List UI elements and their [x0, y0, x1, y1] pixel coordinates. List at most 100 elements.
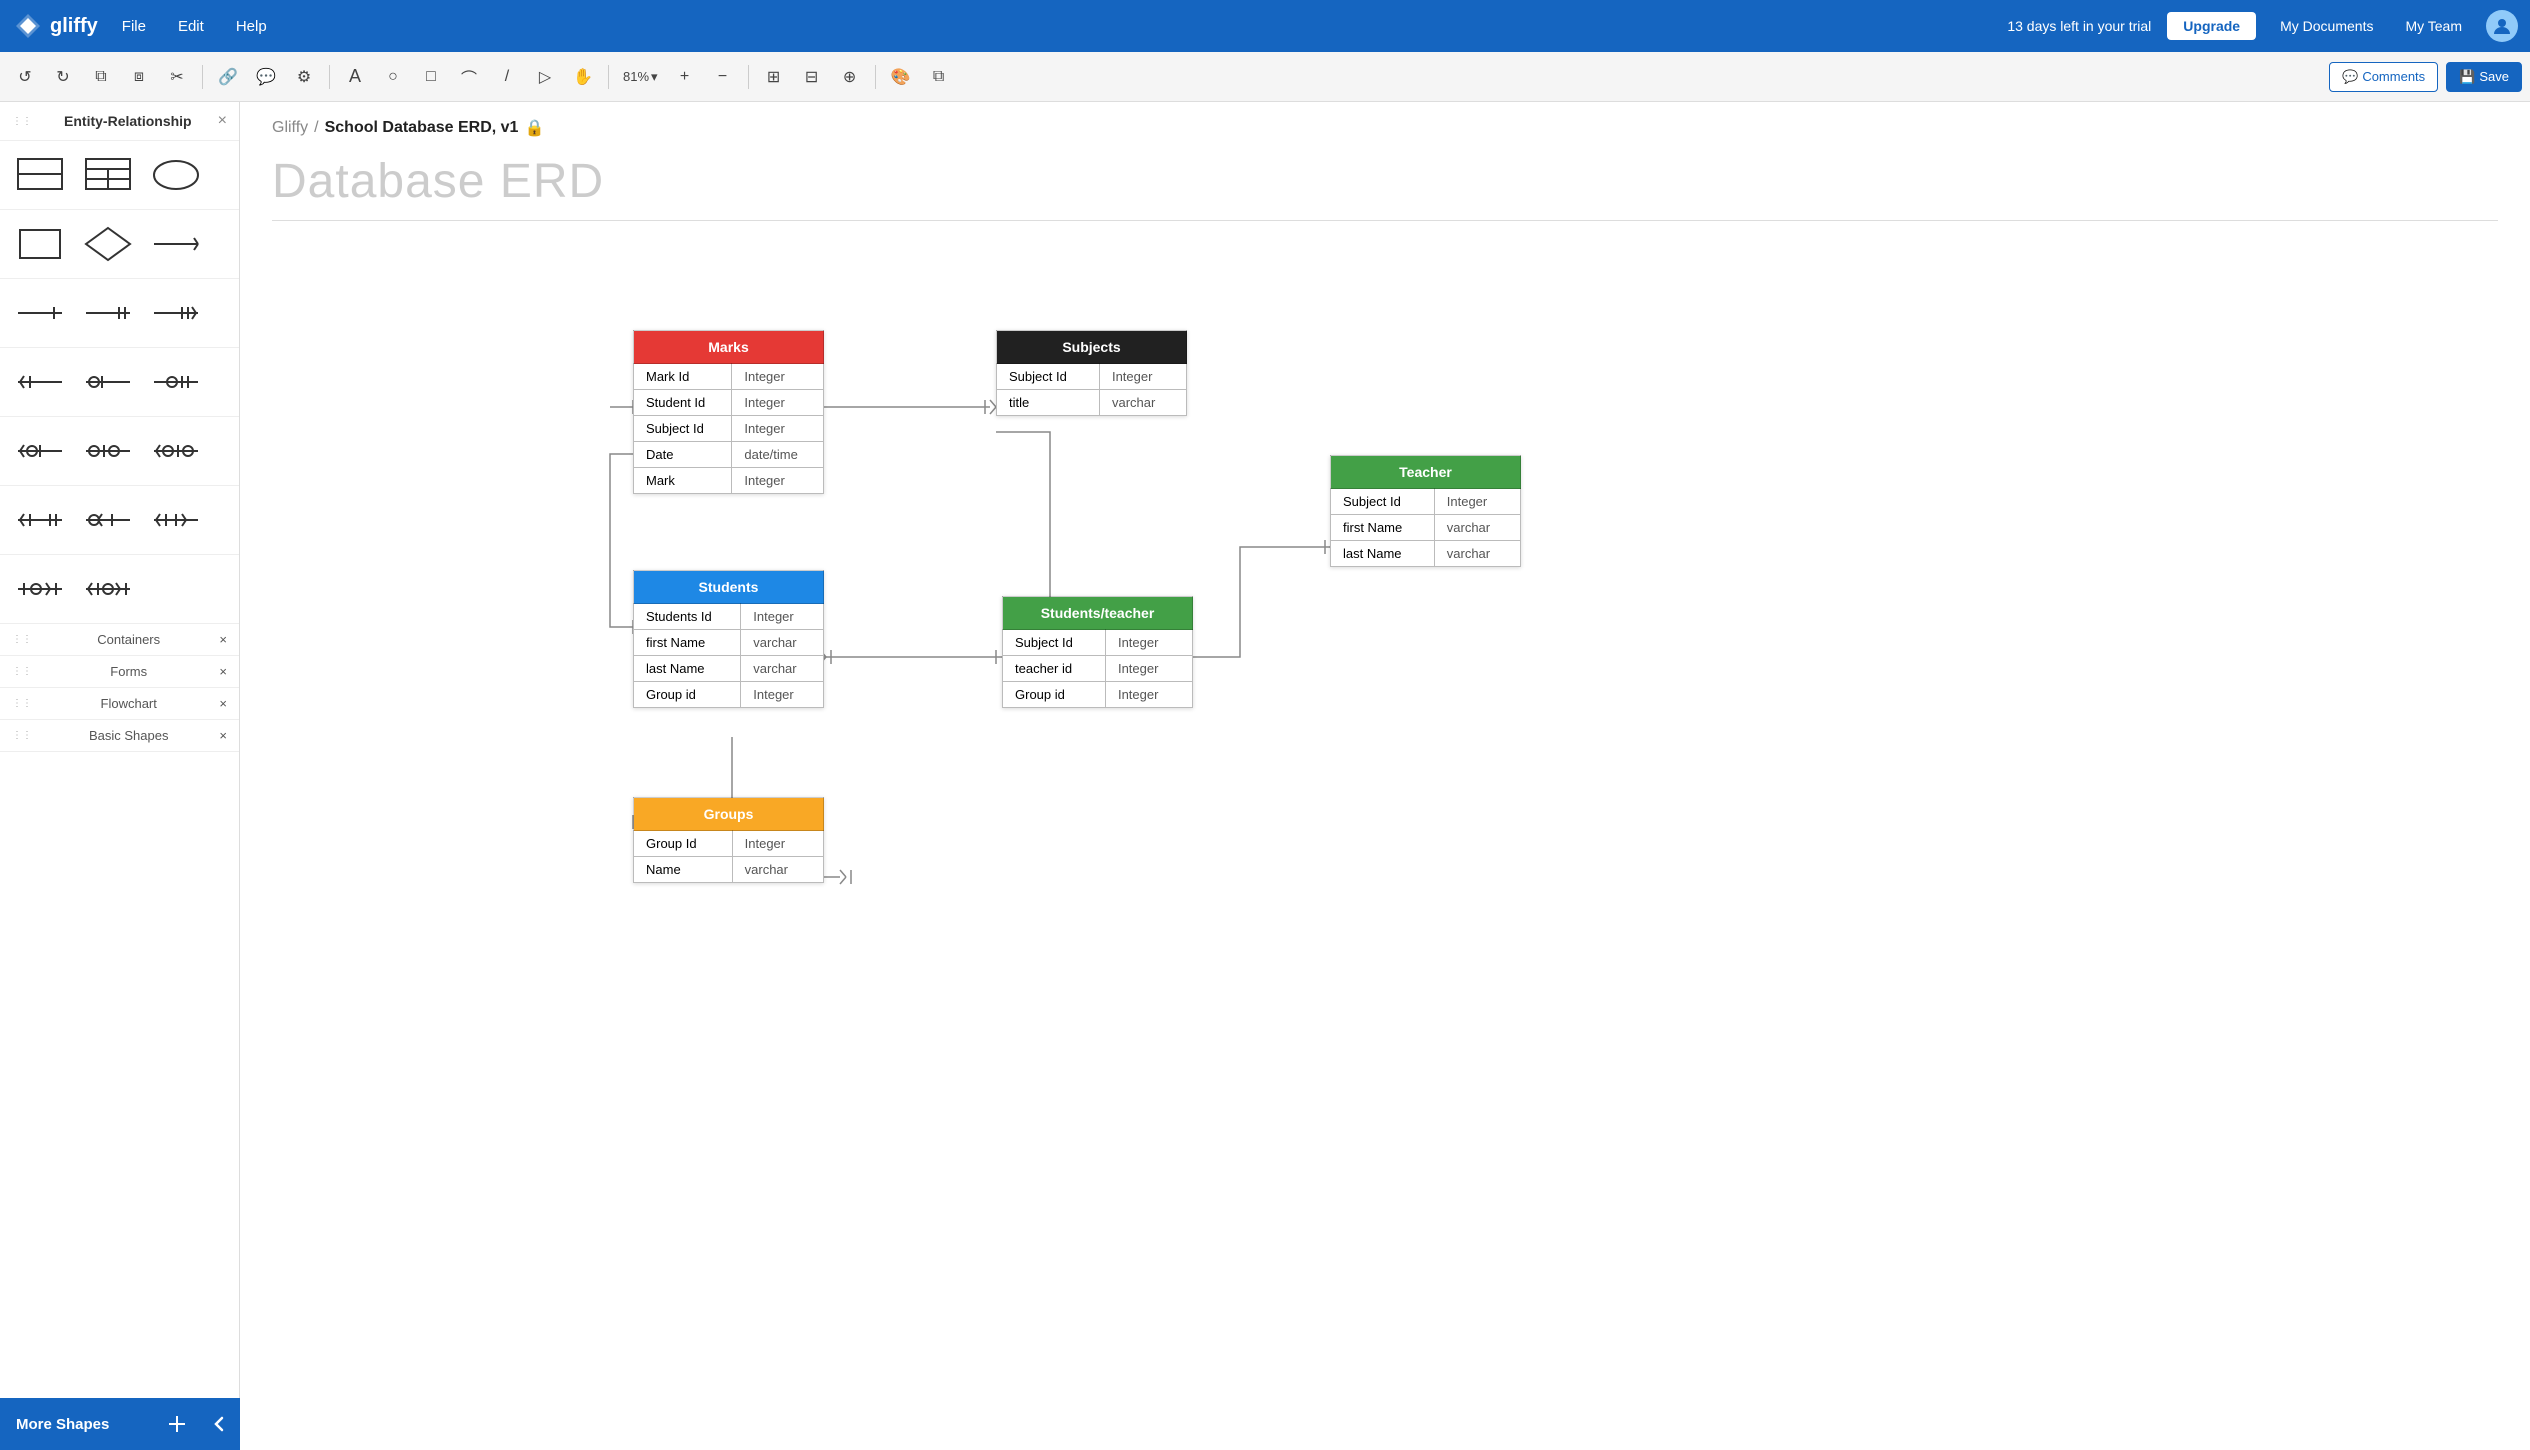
- user-avatar[interactable]: [2486, 10, 2518, 42]
- teacher-row3-type: varchar: [1434, 541, 1520, 567]
- notation-5[interactable]: [76, 356, 140, 408]
- breadcrumb: Gliffy / School Database ERD, v1 🔒: [272, 118, 544, 138]
- flowchart-section[interactable]: ⋮⋮ Flowchart ×: [0, 688, 239, 720]
- sidebar: ⋮⋮ Entity-Relationship ×: [0, 102, 240, 1450]
- marks-row5-name: Mark: [634, 468, 732, 494]
- subjects-table[interactable]: Subjects Subject IdInteger titlevarchar: [996, 330, 1187, 416]
- rect-tool[interactable]: □: [414, 60, 448, 94]
- basic-shapes-section[interactable]: ⋮⋮ Basic Shapes ×: [0, 720, 239, 752]
- comments-icon: 💬: [2342, 69, 2358, 85]
- teacher-table[interactable]: Teacher Subject IdInteger first Namevarc…: [1330, 455, 1521, 567]
- forms-close-icon[interactable]: ×: [219, 664, 227, 679]
- select-tool[interactable]: ▷: [528, 60, 562, 94]
- notation-2[interactable]: [76, 287, 140, 339]
- groups-row2-name: Name: [634, 857, 733, 883]
- more-shapes-button[interactable]: More Shapes: [0, 1416, 156, 1433]
- format-button[interactable]: ⚙: [287, 60, 321, 94]
- notation-4[interactable]: [8, 356, 72, 408]
- erd-entity-shape[interactable]: [8, 149, 72, 201]
- comments-button[interactable]: 💬 Comments: [2329, 62, 2438, 92]
- collapse-sidebar-button[interactable]: [198, 1398, 240, 1450]
- subjects-row2-name: title: [997, 390, 1100, 416]
- help-menu[interactable]: Help: [228, 14, 275, 39]
- zoom-control[interactable]: 81% ▾: [617, 65, 664, 89]
- erd-rect-shape[interactable]: [8, 218, 72, 270]
- notation-12[interactable]: [144, 494, 208, 546]
- notation-13[interactable]: [8, 563, 72, 615]
- st-row1-type: Integer: [1105, 630, 1192, 656]
- zoom-in-button[interactable]: +: [668, 60, 702, 94]
- undo-button[interactable]: ↺: [8, 60, 42, 94]
- redo-button[interactable]: ↻: [46, 60, 80, 94]
- layers-button[interactable]: ⧉: [922, 60, 956, 94]
- text-tool[interactable]: A: [338, 60, 372, 94]
- containers-label: Containers: [97, 632, 160, 647]
- logo[interactable]: gliffy: [12, 10, 98, 42]
- freehand-tool[interactable]: /: [490, 60, 524, 94]
- forms-section[interactable]: ⋮⋮ Forms ×: [0, 656, 239, 688]
- canvas-divider: [272, 220, 2498, 221]
- my-documents-link[interactable]: My Documents: [2272, 14, 2381, 38]
- groups-row1-name: Group Id: [634, 831, 733, 857]
- students-teacher-table[interactable]: Students/teacher Subject IdInteger teach…: [1002, 596, 1193, 708]
- save-button[interactable]: 💾 Save: [2446, 62, 2522, 92]
- erd-ellipse-shape[interactable]: [144, 149, 208, 201]
- snap-button[interactable]: ⊕: [833, 60, 867, 94]
- marks-row2-type: Integer: [732, 390, 824, 416]
- table-row: Group idInteger: [634, 682, 824, 708]
- link-button[interactable]: 🔗: [211, 60, 245, 94]
- notation-6[interactable]: [144, 356, 208, 408]
- notation-7[interactable]: [8, 425, 72, 477]
- color-button[interactable]: 🎨: [884, 60, 918, 94]
- grid-button[interactable]: ⊟: [795, 60, 829, 94]
- my-team-link[interactable]: My Team: [2397, 14, 2470, 38]
- containers-section[interactable]: ⋮⋮ Containers ×: [0, 624, 239, 656]
- marks-table[interactable]: Marks Mark IdInteger Student IdInteger S…: [633, 330, 824, 494]
- canvas-area[interactable]: Gliffy / School Database ERD, v1 🔒 Datab…: [240, 102, 2530, 1450]
- table-row: Students IdInteger: [634, 604, 824, 630]
- file-menu[interactable]: File: [114, 14, 154, 39]
- table-row: teacher idInteger: [1003, 656, 1193, 682]
- fit-page-button[interactable]: ⊞: [757, 60, 791, 94]
- erd-notation-row2: [0, 348, 239, 417]
- erd-diamond-shape[interactable]: [76, 218, 140, 270]
- cut-button[interactable]: ✂: [160, 60, 194, 94]
- students-row1-type: Integer: [741, 604, 824, 630]
- add-shapes-icon-button[interactable]: [156, 1398, 198, 1450]
- table-row: Namevarchar: [634, 857, 824, 883]
- erd-line-shape[interactable]: [144, 218, 208, 270]
- subjects-row1-name: Subject Id: [997, 364, 1100, 390]
- comment-button[interactable]: 💬: [249, 60, 283, 94]
- paste-button[interactable]: ⧈: [122, 60, 156, 94]
- notation-9[interactable]: [144, 425, 208, 477]
- table-row: Datedate/time: [634, 442, 824, 468]
- zoom-out-button[interactable]: −: [706, 60, 740, 94]
- notation-8[interactable]: [76, 425, 140, 477]
- erd-table-shape[interactable]: [76, 149, 140, 201]
- edit-menu[interactable]: Edit: [170, 14, 212, 39]
- marks-row4-name: Date: [634, 442, 732, 468]
- table-row: last Namevarchar: [1331, 541, 1521, 567]
- students-header: Students: [634, 571, 824, 604]
- basic-shapes-close-icon[interactable]: ×: [219, 728, 227, 743]
- hand-tool[interactable]: ✋: [566, 60, 600, 94]
- flowchart-close-icon[interactable]: ×: [219, 696, 227, 711]
- groups-table[interactable]: Groups Group IdInteger Namevarchar: [633, 797, 824, 883]
- students-table[interactable]: Students Students IdInteger first Nameva…: [633, 570, 824, 708]
- copy-button[interactable]: ⧉: [84, 60, 118, 94]
- notation-11[interactable]: [76, 494, 140, 546]
- line-tool[interactable]: ⌒: [452, 60, 486, 94]
- comments-label: Comments: [2362, 69, 2425, 84]
- save-label: Save: [2479, 69, 2509, 84]
- notation-1[interactable]: [8, 287, 72, 339]
- students-row2-type: varchar: [741, 630, 824, 656]
- trial-text: 13 days left in your trial: [2007, 18, 2151, 34]
- containers-close-icon[interactable]: ×: [219, 632, 227, 647]
- upgrade-button[interactable]: Upgrade: [2167, 12, 2256, 40]
- notation-3[interactable]: [144, 287, 208, 339]
- zoom-level: 81%: [623, 69, 649, 84]
- sidebar-close-button[interactable]: ×: [218, 112, 227, 130]
- notation-14[interactable]: [76, 563, 140, 615]
- notation-10[interactable]: [8, 494, 72, 546]
- ellipse-tool[interactable]: ○: [376, 60, 410, 94]
